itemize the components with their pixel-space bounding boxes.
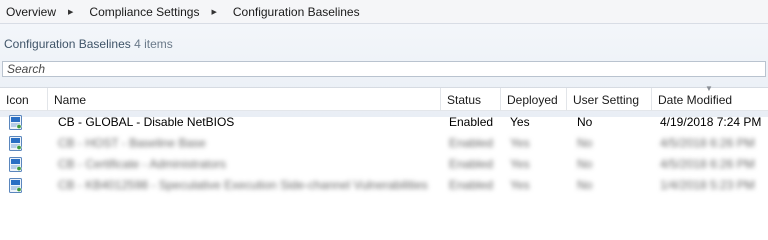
row-deployed: Yes [510, 157, 530, 171]
row-name: CB - Certificate - Administrators [58, 157, 227, 171]
row-date-modified: 1/4/2018 5:23 PM [660, 178, 755, 192]
row-user-setting: No [577, 178, 593, 192]
row-user-setting: No [577, 157, 593, 171]
column-header-icon[interactable]: Icon [0, 88, 48, 111]
column-header-row: Icon Name Status Deployed User Setting D… [0, 84, 768, 111]
configuration-baseline-icon [9, 136, 22, 151]
configuration-baseline-icon [9, 178, 22, 193]
table-row[interactable]: CB - Certificate - Administrators Enabled… [0, 154, 768, 175]
row-deployed: Yes [510, 115, 530, 129]
configuration-baseline-icon [9, 115, 22, 130]
row-deployed: Yes [510, 136, 530, 150]
table-row[interactable]: CB - KB4012598 - Speculative Execution S… [0, 175, 768, 196]
row-date-modified: 4/19/2018 7:24 PM [660, 115, 762, 129]
item-count: 4 items [134, 37, 173, 51]
page-title-text: Configuration Baselines [4, 37, 131, 51]
table-row[interactable]: CB - GLOBAL - Disable NetBIOS Enabled Yes N… [0, 112, 768, 133]
column-header-status[interactable]: Status [441, 88, 501, 111]
column-header-deployed[interactable]: Deployed [501, 88, 567, 111]
breadcrumb-item-configuration-baselines[interactable]: Configuration Baselines [227, 5, 364, 19]
table-row[interactable]: CB - HOST - Baseline Base Enabled Yes No 4/5… [0, 133, 768, 154]
row-status: Enabled [449, 115, 494, 129]
page-title: Configuration Baselines 4 items [4, 37, 173, 51]
breadcrumb-separator-icon: ▶ [211, 8, 217, 16]
row-name: CB - GLOBAL - Disable NetBIOS [58, 115, 235, 129]
row-user-setting: No [577, 136, 593, 150]
row-status: Enabled [449, 136, 494, 150]
row-date-modified: 4/5/2018 6:26 PM [660, 136, 755, 150]
row-status: Enabled [449, 157, 494, 171]
breadcrumb-separator-icon: ▶ [68, 8, 74, 16]
row-name: CB - KB4012598 - Speculative Execution S… [58, 178, 428, 192]
breadcrumb-item-compliance-settings[interactable]: Compliance Settings [83, 5, 203, 19]
search-input[interactable] [2, 61, 766, 77]
breadcrumb-item-overview[interactable]: Overview [0, 5, 60, 19]
column-header-user-setting[interactable]: User Setting [567, 88, 652, 111]
configuration-baseline-icon [9, 157, 22, 172]
row-date-modified: 4/5/2018 6:26 PM [660, 157, 755, 171]
row-status: Enabled [449, 178, 494, 192]
row-name: CB - HOST - Baseline Base [58, 136, 206, 150]
row-user-setting: No [577, 115, 593, 129]
sort-descending-icon: ▼ [705, 84, 713, 93]
row-deployed: Yes [510, 178, 530, 192]
column-header-name[interactable]: Name [48, 88, 441, 111]
breadcrumb: Overview ▶ Compliance Settings ▶ Configu… [0, 0, 768, 24]
